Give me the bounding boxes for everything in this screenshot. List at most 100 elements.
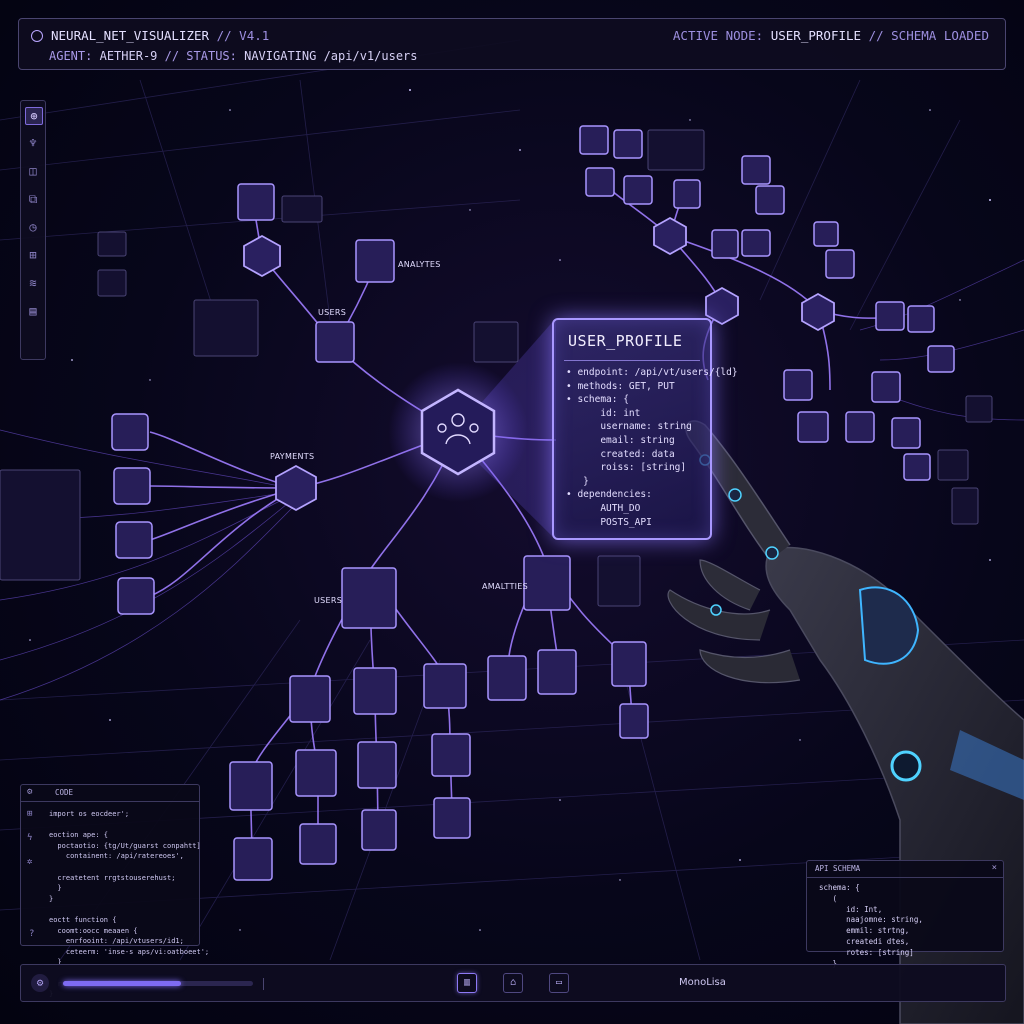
code-panel-title: CODE — [55, 788, 74, 797]
profile-detail-line: created: data — [566, 448, 675, 460]
node-square[interactable] — [115, 521, 153, 559]
node-square[interactable] — [611, 641, 647, 687]
graph-view-button[interactable]: ⌂ — [503, 973, 523, 993]
node-square[interactable] — [423, 663, 467, 709]
profile-detail-line: } — [566, 475, 589, 487]
node-square[interactable] — [237, 183, 275, 221]
node-users-top[interactable] — [315, 321, 355, 363]
node-square[interactable] — [295, 749, 337, 797]
node-square[interactable] — [299, 823, 337, 865]
node-square[interactable] — [891, 417, 921, 449]
node-square[interactable] — [907, 305, 935, 333]
terminal-view-button[interactable]: ▭ — [549, 973, 569, 993]
node-square[interactable] — [353, 667, 397, 715]
node-square[interactable] — [537, 649, 577, 695]
node-square[interactable] — [113, 467, 151, 505]
profile-detail-line: username: string — [566, 421, 692, 433]
cube-icon[interactable]: ◫ — [25, 163, 41, 179]
node-square[interactable] — [871, 371, 901, 403]
close-icon[interactable]: × — [992, 863, 997, 873]
active-node-value: USER_PROFILE — [770, 28, 862, 43]
node-square[interactable] — [673, 179, 701, 209]
profile-card-details: • endpoint: /api/vt/users/{ld} • methods:… — [566, 366, 738, 529]
schema-line: ( — [819, 893, 838, 903]
node-square[interactable] — [613, 129, 643, 159]
user-profile-card[interactable]: USER_PROFILE • endpoint: /api/vt/users/{… — [552, 318, 738, 540]
tree-icon[interactable]: ♆ — [25, 135, 41, 151]
agent-label: AGENT: — [49, 49, 93, 63]
node-square[interactable] — [797, 411, 829, 443]
node-square[interactable] — [111, 413, 149, 451]
service-hex-node[interactable] — [653, 216, 687, 256]
payments-label: PAYMENTS — [270, 452, 315, 461]
schema-line: emmil: strtng, — [819, 926, 910, 936]
node-square[interactable] — [711, 229, 739, 259]
settings-icon[interactable]: ⚙ — [27, 787, 32, 797]
node-square[interactable] — [433, 797, 471, 839]
node-square[interactable] — [289, 675, 331, 723]
help-icon[interactable]: ? — [29, 929, 34, 939]
code-line: eoction ape: { — [49, 831, 109, 840]
node-square[interactable] — [741, 155, 771, 185]
header-bar: NEURAL_NET_VISUALIZER // V4.1 AGENT: AET… — [18, 18, 1006, 70]
node-square[interactable] — [813, 221, 839, 247]
node-square[interactable] — [741, 229, 771, 257]
service-hex-node[interactable] — [705, 286, 739, 326]
node-square[interactable] — [233, 837, 273, 881]
node-square[interactable] — [229, 761, 273, 811]
node-square[interactable] — [619, 703, 649, 739]
node-square[interactable] — [875, 301, 905, 331]
profile-detail-line: POSTS_API — [566, 516, 652, 528]
bar-divider — [263, 978, 264, 990]
code-line: import os eocdeer'; — [49, 810, 130, 818]
globe-icon[interactable]: ⊕ — [25, 107, 43, 125]
link-icon[interactable]: ⧉ — [25, 191, 41, 207]
node-analytics[interactable] — [355, 239, 395, 283]
node-square[interactable] — [903, 453, 931, 481]
node-square[interactable] — [927, 345, 955, 373]
node-square[interactable] — [755, 185, 785, 215]
grid-icon[interactable]: ⊞ — [25, 247, 41, 263]
payments-hex-node[interactable] — [275, 464, 317, 512]
node-users-mid[interactable] — [341, 567, 397, 629]
progress-fill — [63, 981, 181, 986]
bolt-icon[interactable]: ϟ — [27, 833, 39, 857]
schema-line: schema: { — [819, 883, 860, 892]
profile-detail-line: roiss: [string] — [566, 462, 687, 474]
node-square[interactable] — [845, 411, 875, 443]
code-line: coomt:oocc meaaen { — [49, 926, 138, 935]
grid-icon[interactable]: ⊞ — [27, 809, 39, 833]
node-square[interactable] — [623, 175, 653, 205]
node-square[interactable] — [361, 809, 397, 851]
clock-icon[interactable]: ◷ — [25, 219, 41, 235]
profile-detail-line: • schema: { — [566, 394, 629, 406]
node-square[interactable] — [585, 167, 615, 197]
node-square[interactable] — [431, 733, 471, 777]
code-panel[interactable]: ⚙ CODE ⊞ ϟ ✲ import os eocdeer'; eoction… — [20, 784, 209, 998]
node-analytics-mid[interactable] — [523, 555, 571, 611]
gear-icon[interactable]: ⚙ — [31, 974, 49, 992]
layers-icon[interactable]: ≋ — [25, 275, 41, 291]
gear-icon[interactable]: ✲ — [27, 857, 39, 881]
app-title-row: NEURAL_NET_VISUALIZER // V4.1 — [31, 28, 269, 43]
analytics-label-mid: AMALTTIES — [482, 582, 529, 591]
node-square[interactable] — [117, 577, 155, 615]
profile-detail-line: AUTH_DO — [566, 502, 641, 514]
service-hex-node[interactable] — [801, 292, 835, 332]
profile-detail-line: • methods: GET, PUT — [566, 380, 675, 392]
schema-line: createdi dtes, — [819, 936, 910, 946]
code-view-button[interactable]: ▥ — [457, 973, 477, 993]
node-square[interactable] — [487, 655, 527, 701]
node-square[interactable] — [579, 125, 609, 155]
code-line: } — [49, 894, 54, 903]
node-square[interactable] — [783, 369, 813, 401]
document-icon[interactable]: ▤ — [25, 303, 41, 319]
api-schema-panel[interactable]: API SCHEMA × schema: { ( id: Int, naajom… — [806, 860, 1004, 968]
network-logo-icon — [31, 30, 43, 42]
node-square[interactable] — [357, 741, 397, 789]
analytics-hex-node[interactable] — [243, 234, 281, 278]
schema-state: // SCHEMA LOADED — [868, 28, 989, 43]
profile-detail-line: • endpoint: /api/vt/users/{ld} — [566, 367, 738, 378]
node-square[interactable] — [825, 249, 855, 279]
